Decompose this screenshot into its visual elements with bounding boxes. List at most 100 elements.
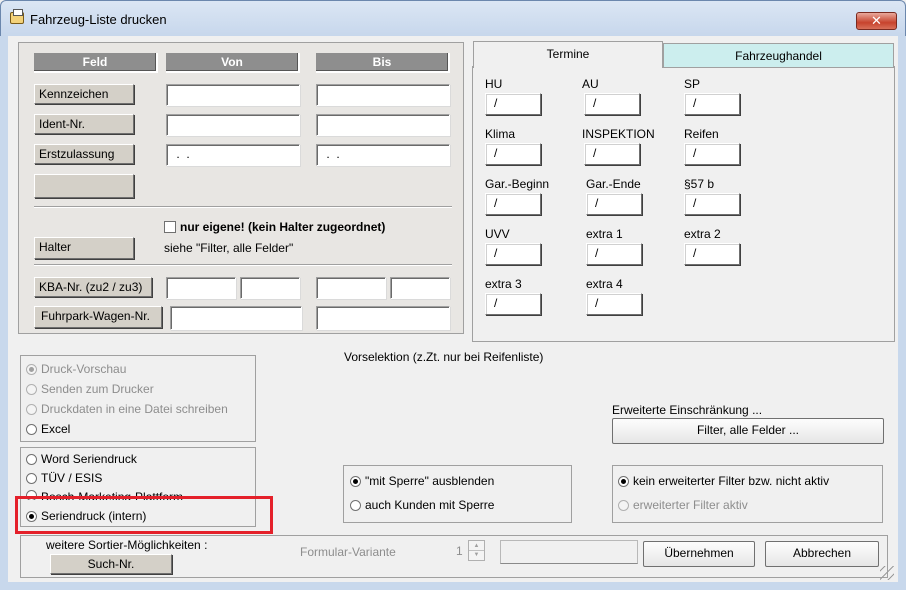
label-extra-2: extra 2 [684, 227, 721, 241]
kennzeichen-von-field[interactable] [166, 84, 300, 106]
erstzulassung-bis-field[interactable]: . . [316, 144, 450, 166]
option-tuev-esis[interactable]: TÜV / ESIS [26, 471, 102, 485]
option-auch-kunden-sperre[interactable]: auch Kunden mit Sperre [350, 498, 494, 512]
divider [34, 264, 452, 266]
empty-field-button[interactable] [34, 174, 134, 198]
option-label: Excel [41, 422, 71, 436]
kba-nr-button[interactable]: KBA-Nr. (zu2 / zu3) [34, 277, 152, 297]
field-reifen[interactable]: / [684, 143, 740, 165]
field-57b[interactable]: / [684, 193, 740, 215]
field-sp[interactable]: / [684, 93, 740, 115]
label-hu: HU [485, 77, 503, 91]
radio-icon[interactable] [350, 499, 361, 511]
option-label: Word Seriendruck [41, 452, 137, 466]
field-extra-4[interactable]: / [586, 293, 642, 315]
nur-eigene-checkbox-row[interactable]: nur eigene! (kein Halter zugeordnet) [164, 220, 385, 234]
field-extra-1[interactable]: / [586, 243, 642, 265]
option-label: Senden zum Drucker [41, 382, 154, 396]
erweiterte-label: Erweiterte Einschränkung ... [612, 403, 763, 417]
label-57b: §57 b [684, 177, 715, 191]
header-feld: Feld [34, 53, 158, 73]
nur-eigene-label: nur eigene! (kein Halter zugeordnet) [180, 220, 386, 234]
radio-icon[interactable] [26, 383, 37, 395]
radio-icon[interactable] [350, 475, 361, 487]
tab-termine[interactable]: Termine [473, 41, 663, 68]
abbrechen-button[interactable]: Abbrechen [765, 541, 879, 567]
option-erweiterter-filter-aktiv[interactable]: erweiterter Filter aktiv [618, 498, 748, 512]
option-label: Druckdaten in eine Datei schreiben [41, 402, 228, 416]
label-gar-beginn: Gar.-Beginn [485, 177, 550, 191]
header-bis: Bis [316, 53, 450, 73]
radio-icon[interactable] [26, 472, 37, 484]
label-extra-4: extra 4 [586, 277, 623, 291]
radio-icon[interactable] [26, 453, 37, 465]
field-hu[interactable]: / [485, 93, 541, 115]
option-label: kein erweiterter Filter bzw. nicht aktiv [633, 474, 830, 488]
option-label: Druck-Vorschau [41, 362, 127, 376]
divider [34, 206, 452, 208]
radio-icon[interactable] [618, 499, 629, 511]
variante-spinner[interactable]: ▲ ▼ [468, 540, 485, 561]
radio-icon[interactable] [26, 423, 37, 435]
erstzulassung-button[interactable]: Erstzulassung [34, 144, 134, 164]
formular-variante-select[interactable] [500, 540, 638, 564]
printer-icon [10, 9, 24, 24]
such-nr-button[interactable]: Such-Nr. [50, 554, 172, 574]
label-inspektion: INSPEKTION [582, 127, 655, 141]
close-button[interactable]: ✕ [856, 12, 897, 30]
sortier-label: weitere Sortier-Möglichkeiten : [46, 538, 208, 552]
radio-icon[interactable] [618, 475, 629, 487]
label-uvv: UVV [485, 227, 510, 241]
spinner-down-icon[interactable]: ▼ [469, 551, 484, 560]
field-extra-2[interactable]: / [684, 243, 740, 265]
option-word-seriendruck[interactable]: Word Seriendruck [26, 452, 137, 466]
radio-icon[interactable] [26, 403, 37, 415]
spinner-up-icon[interactable]: ▲ [469, 541, 484, 551]
option-druck-vorschau[interactable]: Druck-Vorschau [26, 362, 126, 376]
option-label: TÜV / ESIS [41, 471, 103, 485]
field-klima[interactable]: / [485, 143, 541, 165]
option-excel[interactable]: Excel [26, 422, 70, 436]
field-inspektion[interactable]: / [584, 143, 640, 165]
kennzeichen-button[interactable]: Kennzeichen [34, 84, 134, 104]
fuhrpark-bis-field[interactable] [316, 306, 450, 330]
ident-nr-von-field[interactable] [166, 114, 300, 136]
option-druckdaten-datei[interactable]: Druckdaten in eine Datei schreiben [26, 402, 228, 416]
kba-von-zu2-field[interactable] [166, 277, 236, 299]
kba-bis-zu3-field[interactable] [390, 277, 450, 299]
header-von: Von [166, 53, 300, 73]
nur-eigene-checkbox[interactable] [164, 221, 176, 233]
vorselektion-label: Vorselektion (z.Zt. nur bei Reifenliste) [344, 350, 544, 364]
label-au: AU [582, 77, 599, 91]
option-kein-erweiterter-filter[interactable]: kein erweiterter Filter bzw. nicht aktiv [618, 474, 829, 488]
field-uvv[interactable]: / [485, 243, 541, 265]
halter-button[interactable]: Halter [34, 237, 134, 259]
kennzeichen-bis-field[interactable] [316, 84, 450, 106]
field-au[interactable]: / [584, 93, 640, 115]
radio-icon[interactable] [26, 363, 37, 375]
label-extra-3: extra 3 [485, 277, 522, 291]
filter-alle-felder-button[interactable]: Filter, alle Felder ... [612, 418, 884, 444]
label-klima: Klima [485, 127, 516, 141]
fuhrpark-von-field[interactable] [170, 306, 302, 330]
tab-fahrzeughandel[interactable]: Fahrzeughandel [663, 43, 894, 68]
field-extra-3[interactable]: / [485, 293, 541, 315]
ident-nr-bis-field[interactable] [316, 114, 450, 136]
field-gar-beginn[interactable]: / [485, 193, 541, 215]
erstzulassung-von-field[interactable]: . . [166, 144, 300, 166]
label-extra-1: extra 1 [586, 227, 623, 241]
option-label: erweiterter Filter aktiv [633, 498, 748, 512]
uebernehmen-button[interactable]: Übernehmen [643, 541, 755, 567]
option-label: "mit Sperre" ausblenden [365, 474, 495, 488]
label-sp: SP [684, 77, 701, 91]
kba-von-zu3-field[interactable] [240, 277, 300, 299]
option-senden-drucker[interactable]: Senden zum Drucker [26, 382, 154, 396]
field-gar-ende[interactable]: / [586, 193, 642, 215]
ident-nr-button[interactable]: Ident-Nr. [34, 114, 134, 134]
formular-variante-label: Formular-Variante [300, 545, 396, 559]
option-mit-sperre-ausblenden[interactable]: "mit Sperre" ausblenden [350, 474, 494, 488]
option-label: auch Kunden mit Sperre [365, 498, 495, 512]
fuhrpark-button[interactable]: Fuhrpark-Wagen-Nr. [34, 306, 162, 328]
resize-grip-icon[interactable] [880, 566, 894, 580]
kba-bis-zu2-field[interactable] [316, 277, 386, 299]
